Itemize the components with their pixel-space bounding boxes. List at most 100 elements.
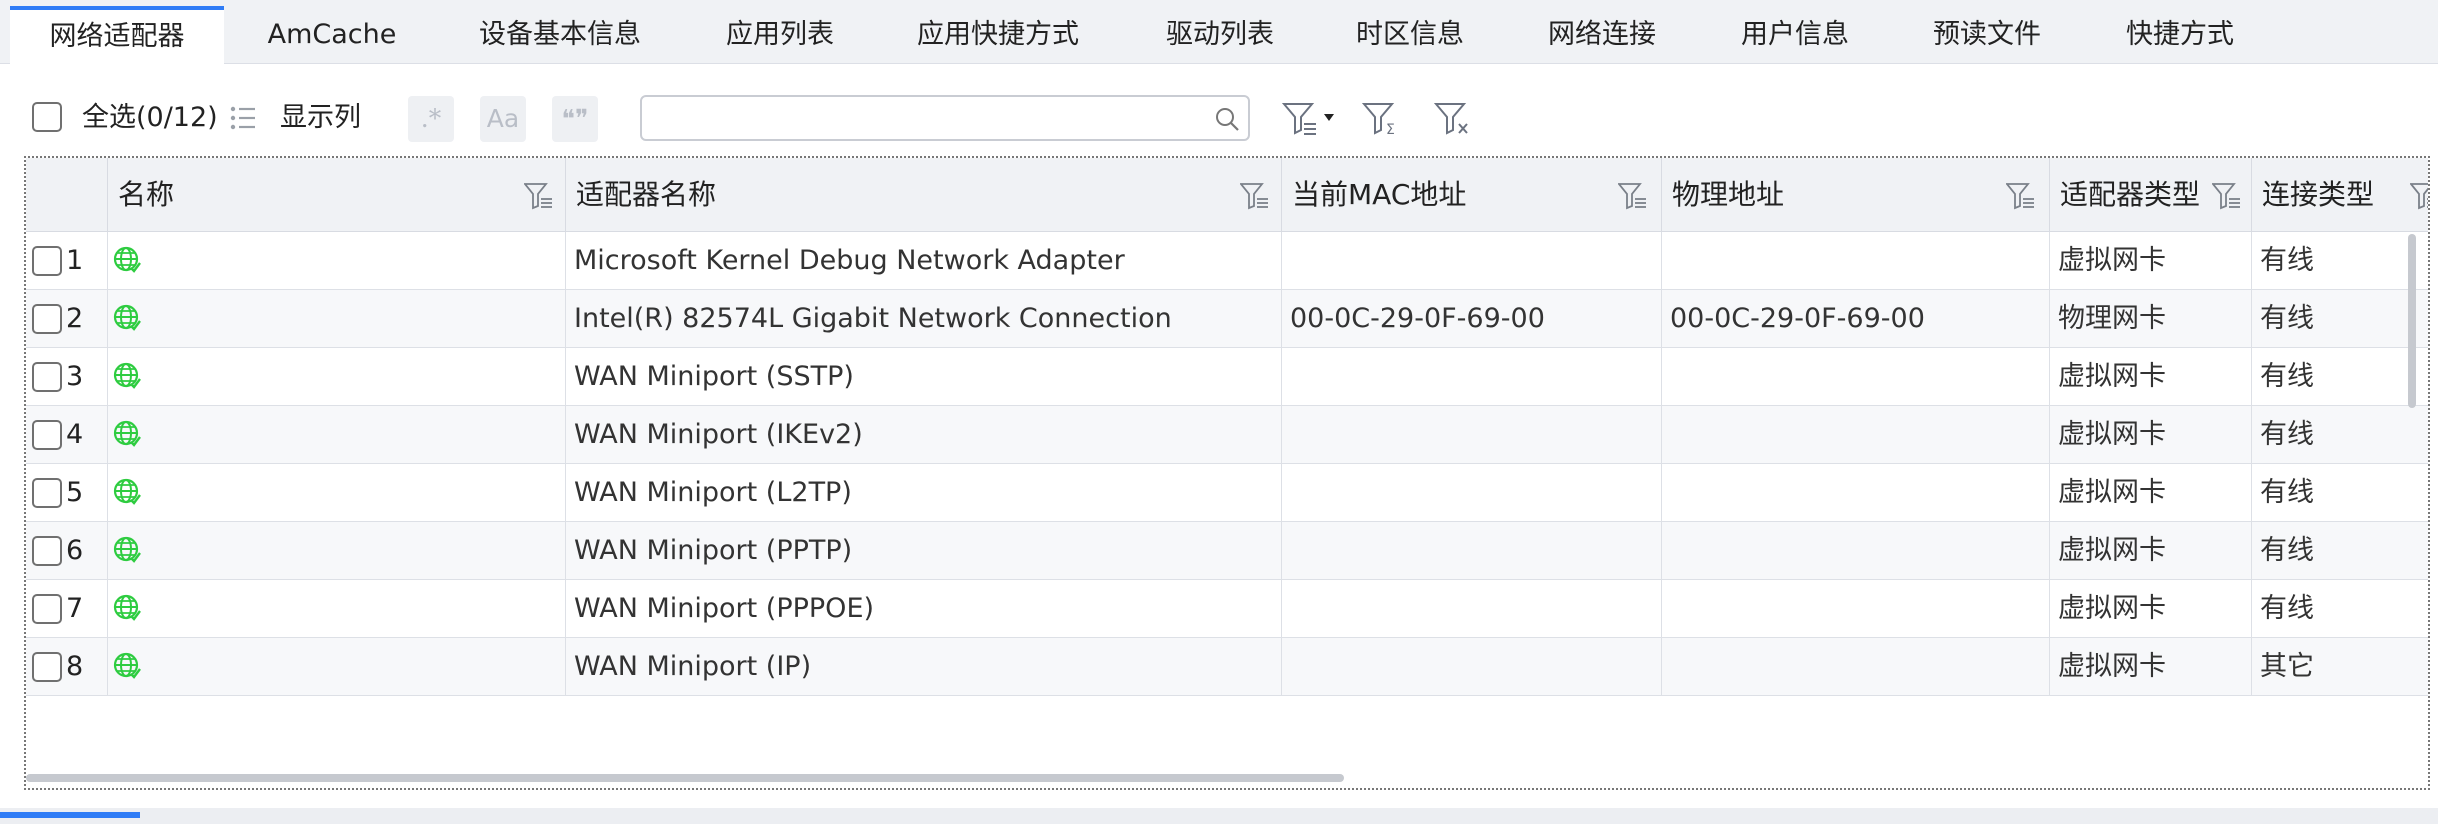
tab-prefetch[interactable]: 预读文件 bbox=[1907, 6, 2067, 64]
table-row[interactable]: 1 Microsoft Kernel Debug Network Adapter 虚… bbox=[26, 232, 2428, 290]
grid-header: 名称 适配器名称 当前MAC地址 物理地址 适配器类型 连接类型 bbox=[26, 158, 2430, 232]
cell-adapter-type: 虚拟网卡 bbox=[2050, 580, 2252, 638]
cell-name bbox=[108, 638, 566, 696]
tab-amcache[interactable]: AmCache bbox=[232, 6, 432, 64]
show-columns-button[interactable]: 显示列 bbox=[280, 98, 361, 138]
row-checkbox[interactable] bbox=[32, 536, 62, 566]
bottom-progress-fill bbox=[0, 812, 140, 818]
header-connection-type[interactable]: 连接类型 bbox=[2252, 158, 2428, 232]
header-name[interactable]: 名称 bbox=[108, 158, 566, 232]
cell-adapter-type: 虚拟网卡 bbox=[2050, 638, 2252, 696]
vertical-scrollbar[interactable] bbox=[2408, 234, 2416, 408]
header-physical-address[interactable]: 物理地址 bbox=[1662, 158, 2050, 232]
tab-user-info[interactable]: 用户信息 bbox=[1715, 6, 1875, 64]
adapter-name-filter-icon[interactable] bbox=[1240, 182, 1270, 210]
row-number: 6 bbox=[66, 535, 84, 566]
cell-adapter-name: Microsoft Kernel Debug Network Adapter bbox=[566, 232, 1282, 290]
row-number: 5 bbox=[66, 477, 84, 508]
toolbar: 全选(0/12) 显示列 .* Aa ❝❞ Σ bbox=[0, 64, 2438, 154]
globe-icon bbox=[113, 536, 141, 563]
row-checkbox[interactable] bbox=[32, 304, 62, 334]
cell-name bbox=[108, 232, 566, 290]
header-adapter-name-label: 适配器名称 bbox=[576, 178, 717, 211]
data-grid: 名称 适配器名称 当前MAC地址 物理地址 适配器类型 连接类型 1 Micros… bbox=[24, 156, 2430, 790]
globe-icon bbox=[113, 304, 141, 331]
tab-timezone[interactable]: 时区信息 bbox=[1330, 6, 1490, 64]
row-checkbox[interactable] bbox=[32, 652, 62, 682]
cell-physical-address bbox=[1662, 522, 2050, 580]
cell-adapter-name: WAN Miniport (L2TP) bbox=[566, 464, 1282, 522]
row-checkbox[interactable] bbox=[32, 594, 62, 624]
cell-adapter-name: WAN Miniport (PPPOE) bbox=[566, 580, 1282, 638]
cell-select: 5 bbox=[26, 464, 108, 522]
svg-text:Σ: Σ bbox=[1386, 122, 1395, 136]
table-row[interactable]: 8 WAN Miniport (IP) 虚拟网卡 其它 bbox=[26, 638, 2428, 696]
physical-address-filter-icon[interactable] bbox=[2006, 182, 2036, 210]
match-case-button[interactable]: Aa bbox=[480, 96, 526, 142]
cell-name bbox=[108, 290, 566, 348]
cell-connection-type: 其它 bbox=[2252, 638, 2428, 696]
header-physical-address-label: 物理地址 bbox=[1672, 178, 1785, 211]
horizontal-scrollbar[interactable] bbox=[26, 774, 1344, 782]
row-checkbox[interactable] bbox=[32, 362, 62, 392]
cell-select: 8 bbox=[26, 638, 108, 696]
select-all-checkbox[interactable] bbox=[32, 102, 62, 132]
adapter-type-filter-icon[interactable] bbox=[2212, 182, 2242, 210]
cell-connection-type: 有线 bbox=[2252, 290, 2428, 348]
table-row[interactable]: 2 Intel(R) 82574L Gigabit Network Connect… bbox=[26, 290, 2428, 348]
header-adapter-name[interactable]: 适配器名称 bbox=[566, 158, 1282, 232]
search-input[interactable] bbox=[650, 103, 1210, 133]
tab-app-list[interactable]: 应用列表 bbox=[700, 6, 860, 64]
globe-icon bbox=[113, 478, 141, 505]
table-row[interactable]: 6 WAN Miniport (PPTP) 虚拟网卡 有线 bbox=[26, 522, 2428, 580]
filter-dropdown-icon[interactable] bbox=[1282, 100, 1346, 136]
cell-connection-type: 有线 bbox=[2252, 464, 2428, 522]
cell-physical-address: 00-0C-29-0F-69-00 bbox=[1662, 290, 2050, 348]
tab-driver-list[interactable]: 驱动列表 bbox=[1140, 6, 1300, 64]
cell-adapter-name: WAN Miniport (IKEv2) bbox=[566, 406, 1282, 464]
tab-device-info[interactable]: 设备基本信息 bbox=[450, 6, 670, 64]
table-row[interactable]: 7 WAN Miniport (PPPOE) 虚拟网卡 有线 bbox=[26, 580, 2428, 638]
header-current-mac[interactable]: 当前MAC地址 bbox=[1282, 158, 1662, 232]
connection-type-filter-icon[interactable] bbox=[2410, 182, 2430, 210]
cell-adapter-type: 虚拟网卡 bbox=[2050, 232, 2252, 290]
cell-select: 4 bbox=[26, 406, 108, 464]
cell-current-mac: 00-0C-29-0F-69-00 bbox=[1282, 290, 1662, 348]
header-current-mac-label: 当前MAC地址 bbox=[1292, 178, 1467, 211]
row-number: 7 bbox=[66, 593, 84, 624]
filter-clear-icon[interactable] bbox=[1434, 100, 1474, 136]
cell-select: 7 bbox=[26, 580, 108, 638]
mac-filter-icon[interactable] bbox=[1618, 182, 1648, 210]
regex-button[interactable]: .* bbox=[408, 96, 454, 142]
tab-network-adapter[interactable]: 网络适配器 bbox=[10, 6, 224, 64]
globe-icon bbox=[113, 594, 141, 621]
whole-word-button[interactable]: ❝❞ bbox=[552, 96, 598, 142]
select-all-label: 全选(0/12) bbox=[82, 102, 218, 133]
table-row[interactable]: 5 WAN Miniport (L2TP) 虚拟网卡 有线 bbox=[26, 464, 2428, 522]
tab-bar: 网络适配器 AmCache 设备基本信息 应用列表 应用快捷方式 驱动列表 时区… bbox=[0, 0, 2438, 64]
row-number: 2 bbox=[66, 303, 84, 334]
cell-name bbox=[108, 464, 566, 522]
cell-current-mac bbox=[1282, 406, 1662, 464]
filter-sum-icon[interactable]: Σ bbox=[1362, 100, 1402, 136]
cell-connection-type: 有线 bbox=[2252, 232, 2428, 290]
row-number: 8 bbox=[66, 651, 84, 682]
row-checkbox[interactable] bbox=[32, 420, 62, 450]
cell-current-mac bbox=[1282, 638, 1662, 696]
cell-adapter-name: WAN Miniport (PPTP) bbox=[566, 522, 1282, 580]
cell-connection-type: 有线 bbox=[2252, 406, 2428, 464]
row-checkbox[interactable] bbox=[32, 246, 62, 276]
search-icon[interactable] bbox=[1214, 106, 1240, 132]
header-connection-type-label: 连接类型 bbox=[2262, 178, 2375, 211]
tab-shortcuts[interactable]: 快捷方式 bbox=[2100, 6, 2260, 64]
bottom-progress-bar bbox=[0, 808, 2438, 824]
tab-network-connections[interactable]: 网络连接 bbox=[1522, 6, 1682, 64]
cell-adapter-name: WAN Miniport (SSTP) bbox=[566, 348, 1282, 406]
name-filter-icon[interactable] bbox=[524, 182, 554, 210]
table-row[interactable]: 3 WAN Miniport (SSTP) 虚拟网卡 有线 bbox=[26, 348, 2428, 406]
row-checkbox[interactable] bbox=[32, 478, 62, 508]
tab-app-shortcuts[interactable]: 应用快捷方式 bbox=[888, 6, 1108, 64]
list-icon[interactable] bbox=[229, 104, 257, 132]
table-row[interactable]: 4 WAN Miniport (IKEv2) 虚拟网卡 有线 bbox=[26, 406, 2428, 464]
header-name-label: 名称 bbox=[118, 178, 175, 211]
